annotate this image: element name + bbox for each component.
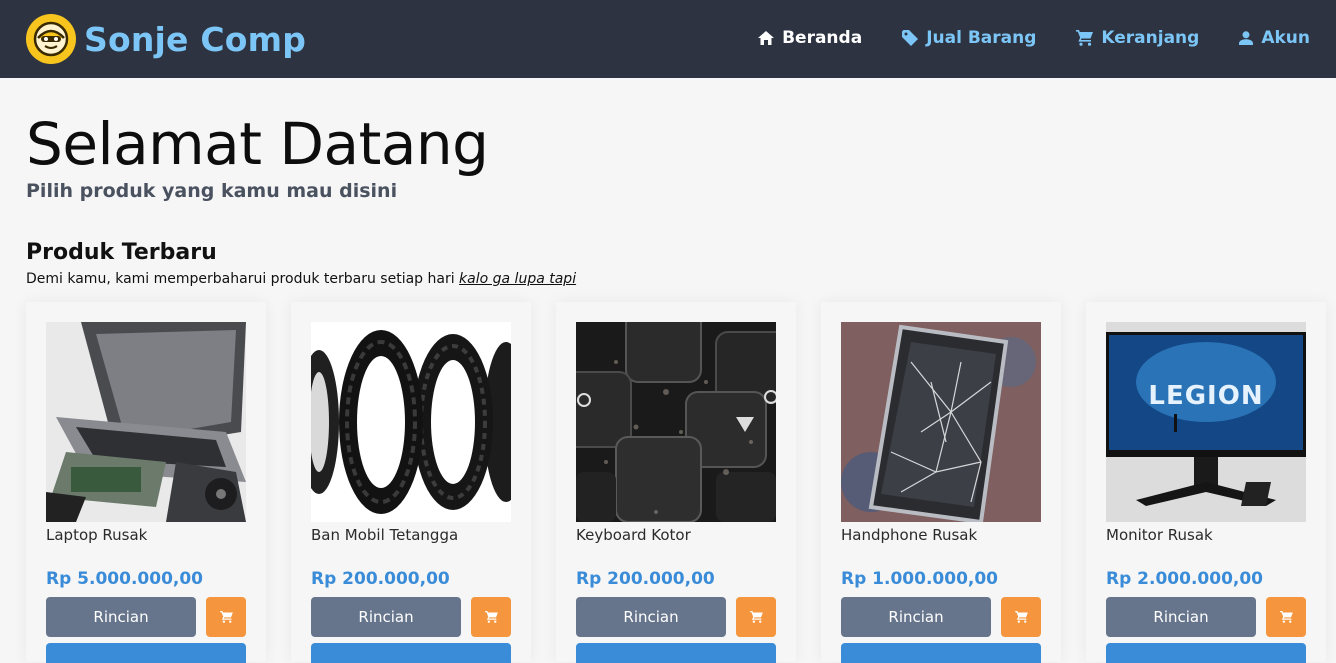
navbar: Sonje Comp Beranda Jual Barang Keranjang…	[0, 0, 1336, 78]
product-price: Rp 200.000,00	[311, 569, 450, 589]
tag-icon	[902, 30, 919, 46]
nav-item-keranjang[interactable]: Keranjang	[1076, 28, 1199, 48]
product-list: Laptop Rusak Rp 5.000.000,00 Rincian Ban…	[26, 302, 1336, 663]
product-card: Ban Mobil Tetangga Rp 200.000,00 Rincian	[291, 302, 531, 663]
brand[interactable]: Sonje Comp	[26, 14, 306, 64]
product-name: Monitor Rusak	[1106, 526, 1213, 544]
buy-button[interactable]	[841, 643, 1041, 663]
hero: Selamat Datang Pilih produk yang kamu ma…	[26, 108, 489, 202]
buy-button[interactable]	[576, 643, 776, 663]
cart-icon	[219, 611, 233, 623]
product-card: Keyboard Kotor Rp 200.000,00 Rincian	[556, 302, 796, 663]
detail-button[interactable]: Rincian	[576, 597, 726, 637]
section-description: Demi kamu, kami memperbaharui produk ter…	[26, 271, 576, 287]
nav-label-beranda: Beranda	[782, 28, 863, 48]
cart-icon	[1014, 611, 1028, 623]
product-name: Keyboard Kotor	[576, 526, 691, 544]
section-title: Produk Terbaru	[26, 240, 217, 265]
cart-icon	[1279, 611, 1293, 623]
cart-icon	[484, 611, 498, 623]
nav-label-jual-barang: Jual Barang	[926, 28, 1037, 48]
product-image-phone[interactable]	[841, 322, 1041, 522]
section-description-text: Demi kamu, kami memperbaharui produk ter…	[26, 271, 460, 287]
buy-button[interactable]	[46, 643, 246, 663]
detail-button[interactable]: Rincian	[311, 597, 461, 637]
main-nav: Beranda Jual Barang Keranjang Akun	[718, 28, 1310, 48]
product-price: Rp 200.000,00	[576, 569, 715, 589]
product-card: LEGION Monitor Rusak Rp 2.000.000,00 Rin…	[1086, 302, 1326, 663]
product-image-laptop[interactable]	[46, 322, 246, 522]
add-to-cart-button[interactable]	[206, 597, 246, 637]
detail-button[interactable]: Rincian	[1106, 597, 1256, 637]
product-name: Ban Mobil Tetangga	[311, 526, 459, 544]
product-card: Handphone Rusak Rp 1.000.000,00 Rincian	[821, 302, 1061, 663]
nav-item-akun[interactable]: Akun	[1239, 28, 1310, 48]
product-price: Rp 1.000.000,00	[841, 569, 999, 589]
nav-label-keranjang: Keranjang	[1101, 28, 1200, 48]
cart-icon	[749, 611, 763, 623]
product-image-keyboard[interactable]	[576, 322, 776, 522]
nav-item-jual-barang[interactable]: Jual Barang	[902, 28, 1036, 48]
nav-label-akun: Akun	[1261, 28, 1310, 48]
logo-icon	[26, 14, 76, 64]
add-to-cart-button[interactable]	[1001, 597, 1041, 637]
section-description-link[interactable]: kalo ga lupa tapi	[459, 271, 576, 287]
buy-button[interactable]	[311, 643, 511, 663]
product-image-monitor[interactable]: LEGION	[1106, 322, 1306, 522]
detail-button[interactable]: Rincian	[46, 597, 196, 637]
add-to-cart-button[interactable]	[1266, 597, 1306, 637]
product-price: Rp 2.000.000,00	[1106, 569, 1264, 589]
buy-button[interactable]	[1106, 643, 1306, 663]
product-card: Laptop Rusak Rp 5.000.000,00 Rincian	[26, 302, 266, 663]
brand-name: Sonje Comp	[84, 19, 307, 59]
add-to-cart-button[interactable]	[736, 597, 776, 637]
product-name: Handphone Rusak	[841, 526, 978, 544]
detail-button[interactable]: Rincian	[841, 597, 991, 637]
latest-products-header: Produk Terbaru Demi kamu, kami memperbah…	[26, 240, 576, 287]
page-subtitle: Pilih produk yang kamu mau disini	[26, 180, 398, 202]
page-title: Selamat Datang	[26, 110, 489, 178]
add-to-cart-button[interactable]	[471, 597, 511, 637]
monitor-screen-text: LEGION	[1148, 381, 1263, 411]
user-icon	[1239, 31, 1254, 45]
product-price: Rp 5.000.000,00	[46, 569, 204, 589]
home-icon	[758, 31, 775, 45]
product-image-tires[interactable]	[311, 322, 511, 522]
product-name: Laptop Rusak	[46, 526, 148, 544]
cart-icon	[1076, 30, 1094, 46]
nav-item-beranda[interactable]: Beranda	[758, 28, 862, 48]
